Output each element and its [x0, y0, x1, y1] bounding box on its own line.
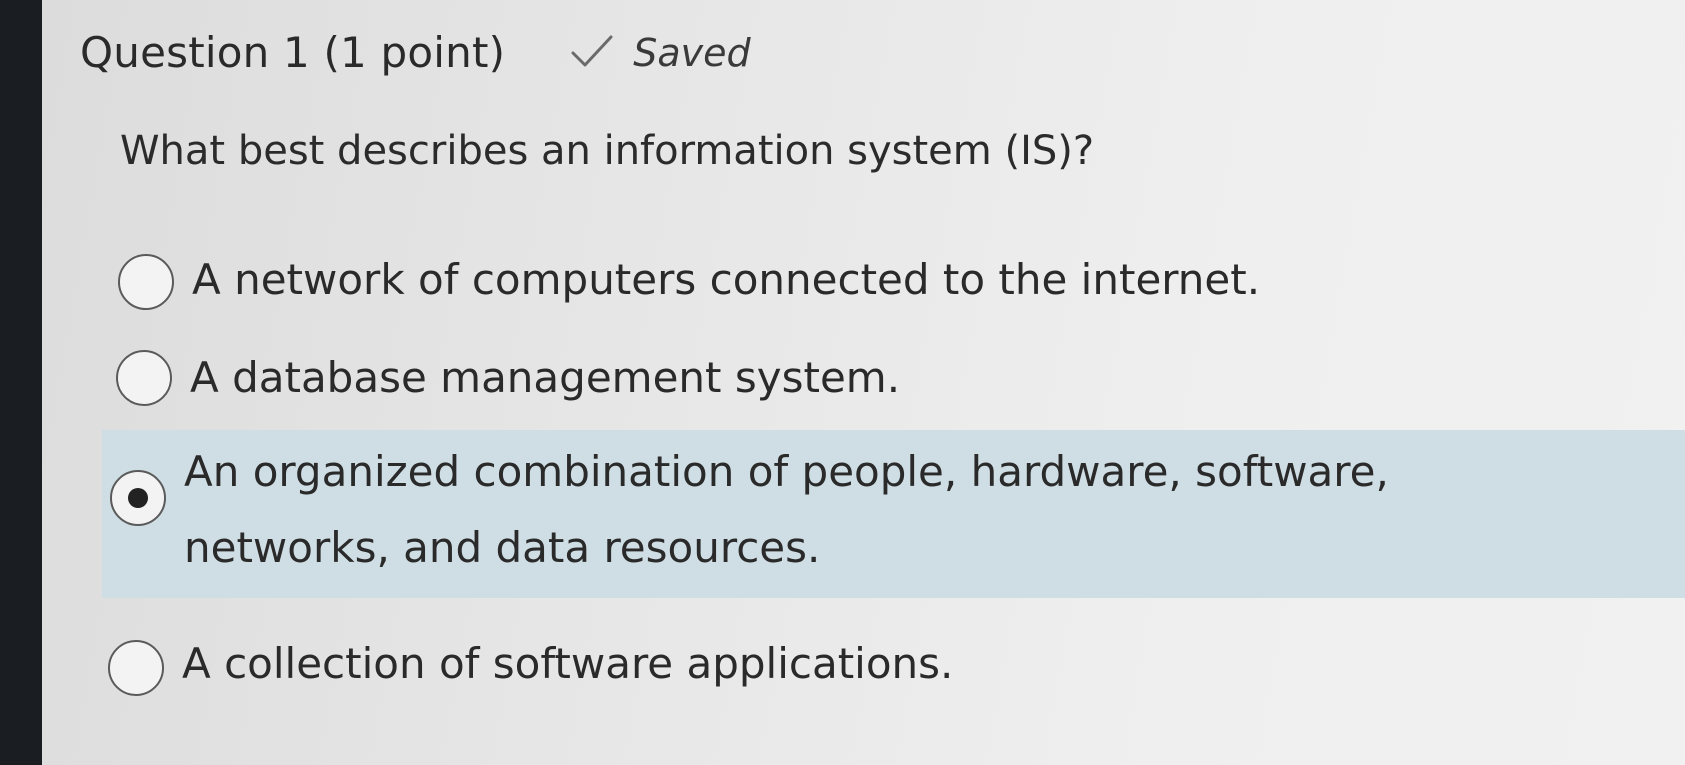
radio-button[interactable]	[116, 350, 172, 406]
answer-option-4[interactable]: A collection of software applications.	[108, 626, 1408, 702]
saved-status: Saved	[569, 30, 751, 75]
question-header: Question 1 (1 point) Saved	[80, 28, 751, 77]
radio-dot	[128, 488, 148, 508]
answer-option-3-selected[interactable]: An organized combination of people, hard…	[102, 430, 1685, 598]
check-icon	[571, 35, 613, 66]
screen: Question 1 (1 point) Saved What best des…	[0, 0, 1685, 765]
saved-label: Saved	[633, 30, 751, 75]
answer-option-1[interactable]: A network of computers connected to the …	[118, 242, 1418, 318]
option-label: A network of computers connected to the …	[192, 255, 1261, 304]
radio-button[interactable]	[108, 640, 164, 696]
question-title: Question 1 (1 point)	[80, 28, 506, 77]
option-label: A database management system.	[190, 353, 901, 402]
quiz-page: Question 1 (1 point) Saved What best des…	[42, 0, 1685, 765]
radio-button-selected[interactable]	[110, 470, 166, 526]
answer-option-2[interactable]: A database management system.	[116, 340, 1416, 416]
option-label: A collection of software applications.	[182, 639, 954, 688]
option-label: An organized combination of people, hard…	[184, 447, 1389, 572]
question-prompt: What best describes an information syste…	[120, 128, 1095, 174]
radio-button[interactable]	[118, 254, 174, 310]
